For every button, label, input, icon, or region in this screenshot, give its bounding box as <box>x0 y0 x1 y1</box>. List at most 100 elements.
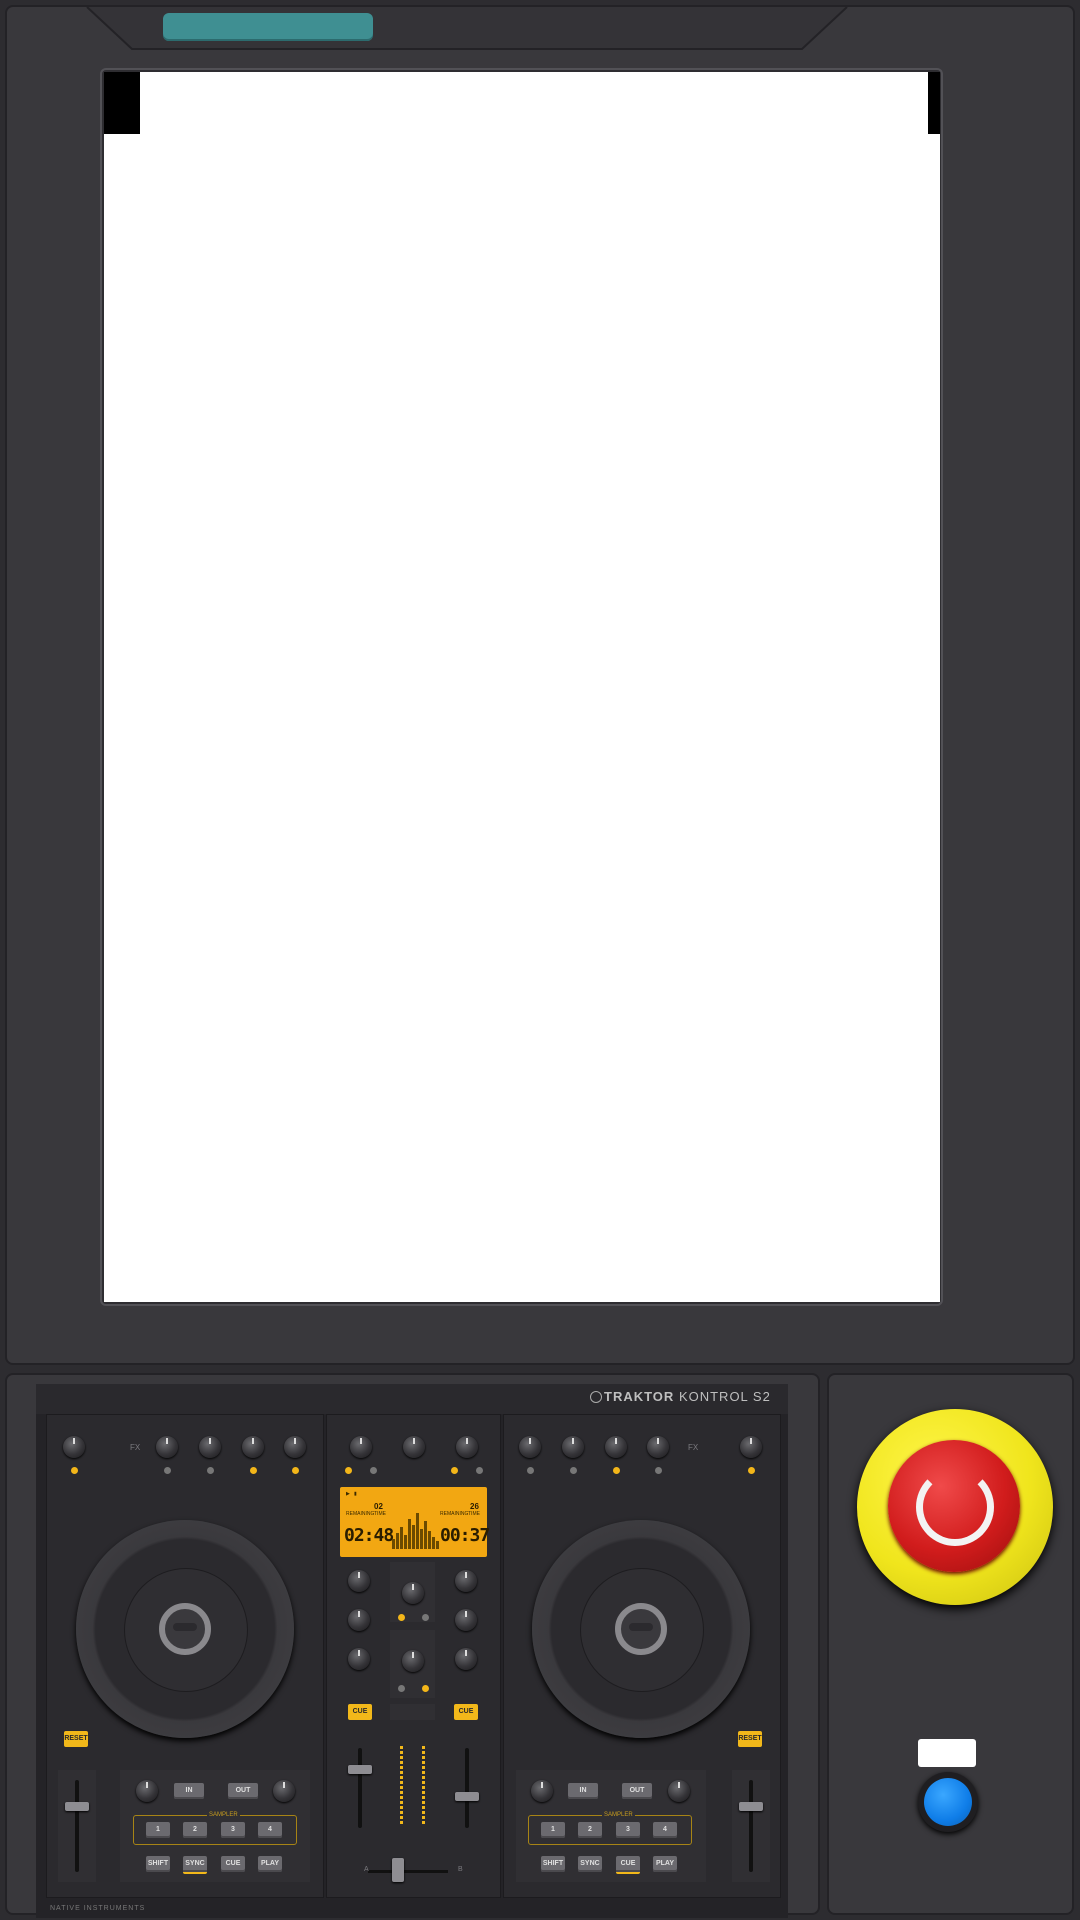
lcd-right-deck-number: 26 <box>470 1502 479 1511</box>
eq-mid-right-knob[interactable] <box>455 1609 477 1631</box>
lcd-waveform-bar <box>424 1521 427 1549</box>
eq-high-right-knob[interactable] <box>455 1570 477 1592</box>
deck-a-fx4-led[interactable] <box>292 1467 299 1474</box>
deck-a-play-button[interactable]: PLAY <box>258 1856 282 1872</box>
deck-a-pitch-fader[interactable] <box>65 1802 89 1811</box>
deck-a-cue-button[interactable]: CUE <box>221 1856 245 1872</box>
mixer-gain-right-knob[interactable] <box>456 1436 478 1458</box>
deck-b-fx2-led[interactable] <box>570 1467 577 1474</box>
lcd-right-time: 00:37 <box>440 1525 490 1546</box>
deck-b-fx3-led[interactable] <box>613 1467 620 1474</box>
deck-a-pad-3[interactable]: 3 <box>221 1822 245 1838</box>
cue-right-button[interactable]: CUE <box>454 1704 478 1720</box>
lcd-waveform-bar <box>392 1539 395 1549</box>
browse-led-left[interactable] <box>398 1685 405 1692</box>
mixer-gain-left-knob[interactable] <box>350 1436 372 1458</box>
lcd-left-time: 02:48 <box>344 1525 394 1546</box>
deck-b-loop-size-knob[interactable] <box>668 1780 690 1802</box>
mixer-main-knob[interactable] <box>403 1436 425 1458</box>
deck-a-loop-move-knob[interactable] <box>136 1780 158 1802</box>
deck-b-pad-1[interactable]: 1 <box>541 1822 565 1838</box>
deck-b-jog-wheel[interactable] <box>532 1520 750 1738</box>
mixer-led-4[interactable] <box>476 1467 483 1474</box>
lcd-right-time-label: TIME <box>468 1511 480 1517</box>
mixer-led-2[interactable] <box>370 1467 377 1474</box>
deck-b-pitch-fader[interactable] <box>739 1802 763 1811</box>
deck-a-sampler-label: SAMPLER <box>207 1812 240 1818</box>
deck-a-fx2-knob[interactable] <box>199 1436 221 1458</box>
deck-b-cue-button[interactable]: CUE <box>616 1856 640 1874</box>
deck-b-loop-move-knob[interactable] <box>531 1780 553 1802</box>
display-screen[interactable] <box>104 72 940 1302</box>
deck-a-pad-4[interactable]: 4 <box>258 1822 282 1838</box>
crossfader[interactable] <box>392 1858 404 1882</box>
crossfader-b-label: B <box>458 1866 463 1873</box>
deck-a-sync-button[interactable]: SYNC <box>183 1856 207 1874</box>
deck-b-fx1-knob[interactable] <box>519 1436 541 1458</box>
deck-a-loop-in-button[interactable]: IN <box>174 1783 204 1799</box>
lcd-track-info: ▶ ▮ <box>346 1491 357 1497</box>
deck-a-dry-wet-knob[interactable] <box>63 1436 85 1458</box>
lcd-left-deck-number: 02 <box>374 1502 383 1511</box>
deck-b-shift-button[interactable]: SHIFT <box>541 1856 565 1872</box>
channel-fader-right-track <box>465 1748 469 1828</box>
status-indicator-bar <box>163 13 373 41</box>
eq-mid-left-knob[interactable] <box>348 1609 370 1631</box>
eq-high-left-knob[interactable] <box>348 1570 370 1592</box>
channel-fader-right[interactable] <box>455 1792 479 1801</box>
lcd-waveform-bar <box>432 1537 435 1549</box>
cue-left-button[interactable]: CUE <box>348 1704 372 1720</box>
deck-a-fx-label: FX <box>130 1443 141 1452</box>
deck-b-fx4-led[interactable] <box>655 1467 662 1474</box>
deck-a-fx4-knob[interactable] <box>284 1436 306 1458</box>
lcd-right-label: REMAINING <box>440 1511 469 1517</box>
deck-b-sync-button[interactable]: SYNC <box>578 1856 602 1872</box>
deck-b-sampler-label: SAMPLER <box>602 1812 635 1818</box>
deck-b-play-button[interactable]: PLAY <box>653 1856 677 1872</box>
deck-a-shift-button[interactable]: SHIFT <box>146 1856 170 1872</box>
blue-push-button[interactable] <box>924 1778 972 1826</box>
deck-b-fx1-led[interactable] <box>527 1467 534 1474</box>
deck-a-loop-out-button[interactable]: OUT <box>228 1783 258 1799</box>
sampler-volume-knob[interactable] <box>402 1582 424 1604</box>
eq-low-left-knob[interactable] <box>348 1648 370 1670</box>
channel-fader-left-track <box>358 1748 362 1828</box>
deck-b-pad-3[interactable]: 3 <box>616 1822 640 1838</box>
deck-a-loop-size-knob[interactable] <box>273 1780 295 1802</box>
channel-fader-left[interactable] <box>348 1765 372 1774</box>
deck-a-pad-2[interactable]: 2 <box>183 1822 207 1838</box>
deck-a-fx1-led[interactable] <box>164 1467 171 1474</box>
lcd-waveform-bar <box>420 1529 423 1549</box>
lcd-waveform-bar <box>404 1535 407 1549</box>
deck-a-pad-1[interactable]: 1 <box>146 1822 170 1838</box>
browse-led-right[interactable] <box>422 1685 429 1692</box>
reset-arrow-icon <box>916 1468 994 1546</box>
sampler-off-led[interactable] <box>422 1614 429 1621</box>
deck-a-fx1-knob[interactable] <box>156 1436 178 1458</box>
sampler-on-led[interactable] <box>398 1614 405 1621</box>
browse-knob[interactable] <box>402 1650 424 1672</box>
load-buttons[interactable] <box>390 1704 435 1720</box>
deck-a-reset-button[interactable]: RESET <box>64 1731 88 1747</box>
deck-b-pad-4[interactable]: 4 <box>653 1822 677 1838</box>
deck-a-fx3-led[interactable] <box>250 1467 257 1474</box>
deck-b-loop-in-button[interactable]: IN <box>568 1783 598 1799</box>
eq-low-right-knob[interactable] <box>455 1648 477 1670</box>
deck-b-fx-label: FX <box>688 1443 699 1452</box>
deck-b-pad-2[interactable]: 2 <box>578 1822 602 1838</box>
mixer-led-3[interactable] <box>451 1467 458 1474</box>
mixer-led-1[interactable] <box>345 1467 352 1474</box>
deck-b-fx4-knob[interactable] <box>647 1436 669 1458</box>
deck-b-dry-wet-knob[interactable] <box>740 1436 762 1458</box>
deck-b-fx3-knob[interactable] <box>605 1436 627 1458</box>
deck-b-reset-button[interactable]: RESET <box>738 1731 762 1747</box>
deck-a-fx3-knob[interactable] <box>242 1436 264 1458</box>
lcd-waveform-bar <box>428 1531 431 1549</box>
lcd-waveform-bar <box>400 1527 403 1549</box>
deck-a-fx2-led[interactable] <box>207 1467 214 1474</box>
screen-corner-right <box>928 72 940 134</box>
traktor-logo-icon <box>590 1391 602 1403</box>
deck-b-fx2-knob[interactable] <box>562 1436 584 1458</box>
deck-a-jog-wheel[interactable] <box>76 1520 294 1738</box>
deck-b-loop-out-button[interactable]: OUT <box>622 1783 652 1799</box>
